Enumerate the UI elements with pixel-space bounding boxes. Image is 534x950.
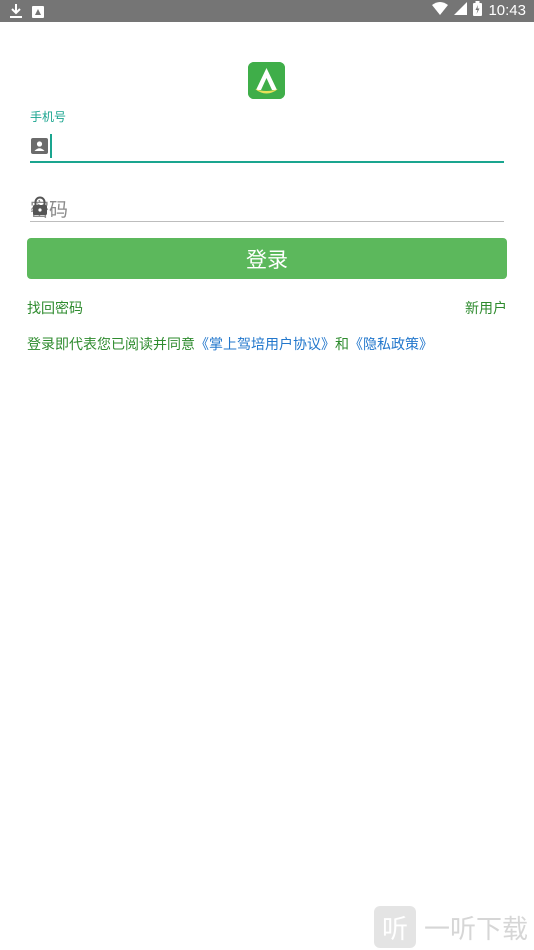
agreement-prefix: 登录即代表您已阅读并同意 (27, 337, 195, 353)
watermark: 听 一听下载 (374, 906, 528, 948)
user-agreement-link[interactable]: 《掌上驾培用户协议》 (195, 337, 335, 353)
phone-label: 手机号 (30, 110, 67, 124)
forgot-password-link[interactable]: 找回密码 (27, 298, 83, 318)
status-bar: 10:43 (0, 0, 534, 22)
agreement-text: 登录即代表您已阅读并同意《掌上驾培用户协议》和《隐私政策》 (27, 334, 433, 354)
contact-card-icon (30, 136, 50, 156)
phone-field[interactable] (30, 131, 504, 163)
agreement-conjunction: 和 (335, 337, 349, 353)
app-logo (248, 62, 285, 99)
lock-icon (30, 196, 50, 216)
battery-icon (473, 1, 483, 20)
app-notification-icon (32, 3, 44, 22)
signal-icon (454, 2, 468, 19)
watermark-text: 一听下载 (424, 914, 529, 945)
password-field[interactable]: 密码 (30, 193, 504, 222)
privacy-policy-link[interactable]: 《隐私政策》 (349, 337, 433, 353)
wifi-icon (432, 2, 449, 19)
watermark-logo: 听 (374, 906, 416, 948)
login-button[interactable]: 登录 (27, 238, 507, 279)
text-cursor (50, 134, 52, 158)
status-time: 10:43 (488, 2, 526, 19)
download-icon (10, 3, 22, 22)
new-user-link[interactable]: 新用户 (465, 298, 507, 318)
